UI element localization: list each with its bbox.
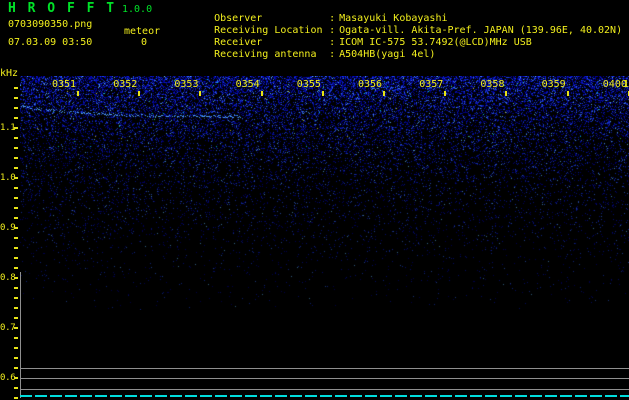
time-label: 0355	[296, 79, 321, 90]
frequency-tick	[14, 327, 18, 329]
frequency-unit-label: kHz	[0, 68, 19, 79]
frequency-tick	[14, 157, 18, 159]
station-value: Masayuki Kobayashi	[339, 13, 448, 24]
station-row-observer: Observer: Masayuki Kobayashi	[178, 1, 622, 24]
frequency-tick	[14, 287, 18, 289]
noise-level-line-middle	[20, 378, 629, 379]
station-label: Receiving Location	[214, 25, 323, 36]
frequency-tick	[14, 367, 18, 369]
capture-filename: 0703090350.png	[8, 19, 93, 30]
time-tick	[199, 91, 202, 96]
time-label: 0353	[174, 79, 199, 90]
noise-level-line-upper	[20, 368, 629, 369]
frequency-tick	[14, 117, 18, 119]
frequency-tick	[14, 197, 18, 199]
frequency-tick	[14, 277, 18, 279]
time-label: 0352	[113, 79, 138, 90]
frequency-tick	[14, 377, 18, 379]
capture-datetime: 07.03.09 03:50	[8, 37, 93, 48]
frequency-tick	[14, 137, 18, 139]
time-label: 0359	[541, 79, 566, 90]
app-title: H R O F F T	[8, 1, 117, 16]
station-info: Observer: Masayuki Kobayashi Receiving Lo…	[178, 1, 623, 60]
frequency-tick	[14, 147, 18, 149]
time-tick	[444, 91, 447, 96]
time-tick	[260, 91, 263, 96]
frequency-tick	[14, 167, 18, 169]
frequency-tick	[14, 357, 18, 359]
time-label: 0351	[52, 79, 77, 90]
station-label: Receiving antenna	[214, 49, 317, 60]
time-tick	[383, 91, 385, 96]
frequency-tick	[14, 207, 18, 209]
frequency-tick	[14, 247, 18, 249]
station-separator: :	[329, 25, 336, 36]
station-separator: :	[329, 13, 336, 24]
time-label: 0356	[358, 79, 383, 90]
time-tick	[138, 91, 141, 96]
frequency-tick	[14, 387, 18, 389]
noise-level-line-lower	[20, 389, 629, 390]
frequency-tick	[14, 317, 18, 319]
frequency-tick	[14, 307, 18, 309]
station-value: A504HB(yagi 4el)	[339, 49, 436, 60]
frequency-tick	[14, 267, 18, 269]
frequency-tick	[14, 217, 18, 219]
meteor-count: 0	[141, 37, 148, 48]
frequency-tick	[14, 237, 18, 239]
time-tick	[321, 91, 324, 96]
frequency-tick	[14, 227, 18, 229]
time-tick	[566, 91, 569, 96]
mode-label: meteor	[124, 26, 161, 37]
station-separator: :	[329, 37, 336, 48]
frequency-tick	[14, 127, 18, 129]
level-graph-left-border	[20, 272, 21, 398]
frequency-tick	[14, 177, 18, 179]
frequency-tick	[14, 397, 18, 399]
frequency-tick	[14, 297, 18, 299]
station-label: Observer	[214, 13, 263, 24]
frequency-tick	[14, 87, 18, 89]
frequency-tick	[14, 187, 18, 189]
app-version: 1.0.0	[122, 4, 153, 15]
station-separator: :	[329, 49, 336, 60]
time-label: 0358	[480, 79, 505, 90]
spectrogram-canvas	[20, 76, 629, 310]
station-label: Receiver	[214, 37, 263, 48]
frequency-tick	[14, 337, 18, 339]
time-label: 0357	[419, 79, 444, 90]
frequency-tick	[14, 97, 18, 99]
station-value: Ogata-vill. Akita-Pref. JAPAN (139.96E, …	[339, 25, 623, 36]
time-tick	[77, 91, 79, 96]
time-tick	[505, 91, 508, 96]
frequency-tick	[14, 347, 18, 349]
hrofft-window: H R O F F T 1.0.0 0703090350.png meteor …	[0, 0, 629, 400]
time-label: 0354	[235, 79, 260, 90]
station-value: ICOM IC-575 53.7492(@LCD)MHz USB	[339, 37, 532, 48]
clipped-time-label: 1	[623, 79, 629, 90]
baseline-dashed-line	[20, 395, 629, 397]
frequency-tick	[14, 257, 18, 259]
frequency-tick	[14, 107, 18, 109]
